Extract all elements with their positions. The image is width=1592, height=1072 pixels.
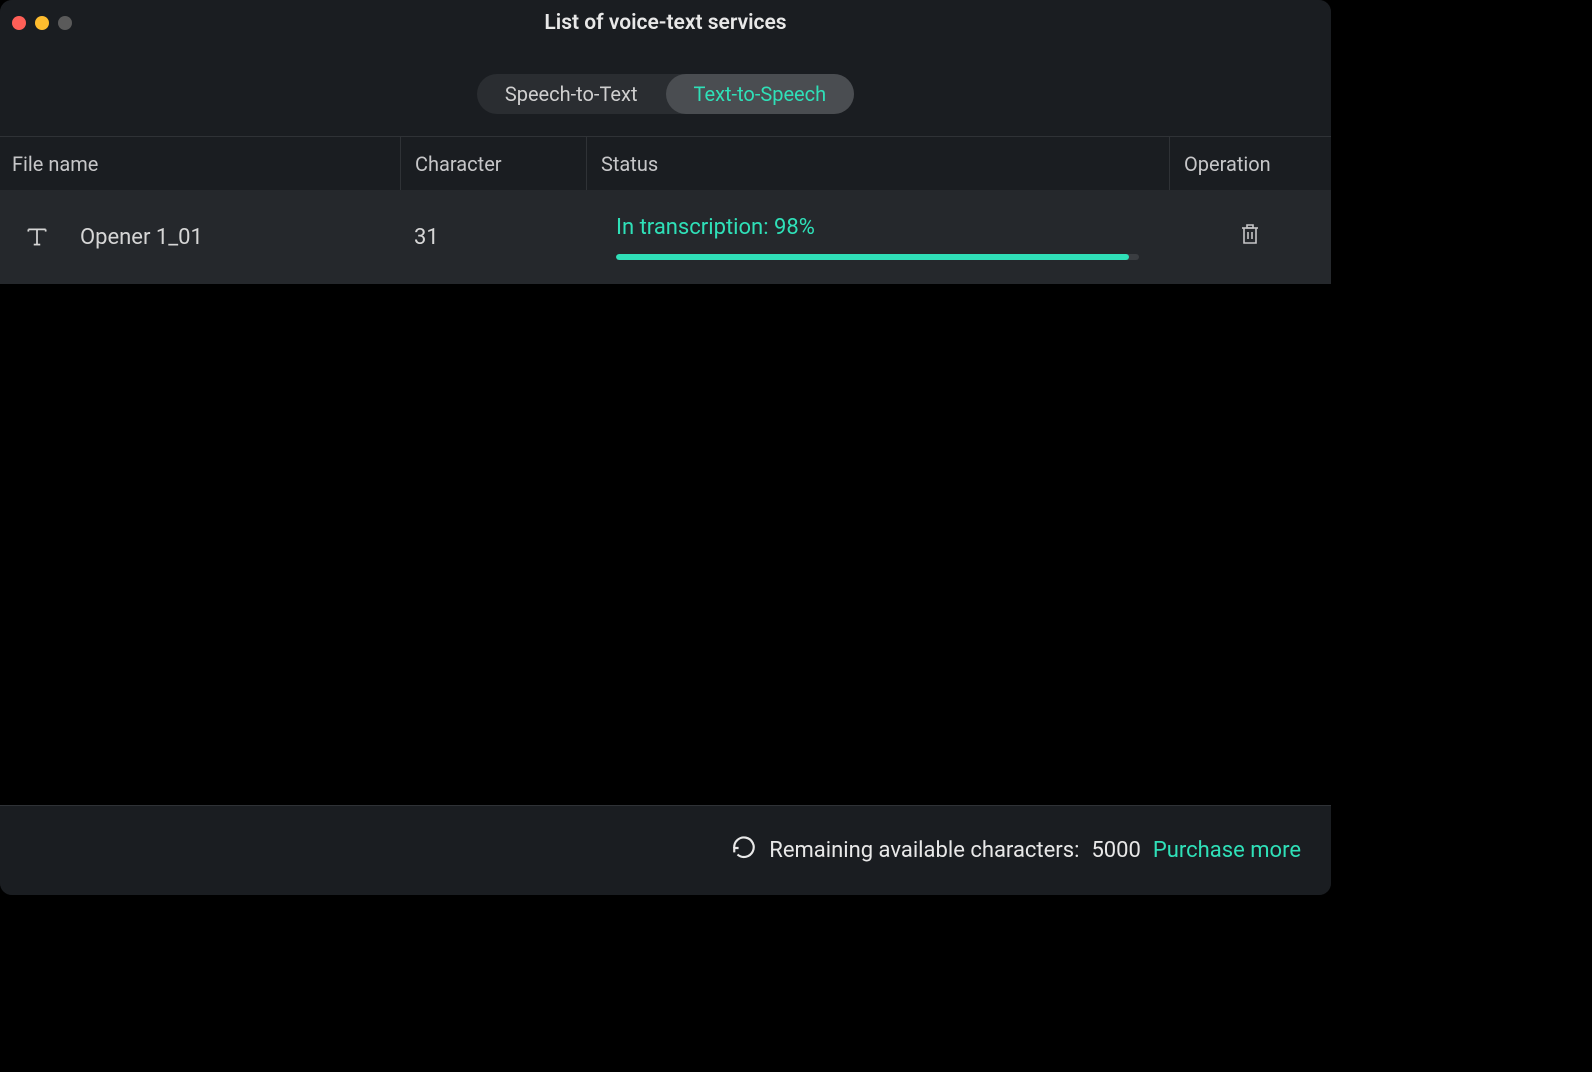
column-header-character: Character xyxy=(400,137,586,190)
file-name-text: Opener 1_01 xyxy=(80,225,203,250)
table-body: Opener 1_01 31 In transcription: 98% xyxy=(0,190,1331,805)
delete-button[interactable] xyxy=(1238,221,1262,253)
progress-fill xyxy=(616,254,1129,260)
column-header-file: File name xyxy=(0,152,400,176)
cell-character: 31 xyxy=(400,225,586,250)
service-tabs: Speech-to-Text Text-to-Speech xyxy=(477,74,854,114)
tabs-container: Speech-to-Text Text-to-Speech xyxy=(0,46,1331,136)
window-title: List of voice-text services xyxy=(0,11,1331,35)
traffic-lights xyxy=(0,16,72,30)
table-row: Opener 1_01 31 In transcription: 98% xyxy=(0,190,1331,284)
trash-icon xyxy=(1238,228,1262,253)
remaining-label: Remaining available characters: xyxy=(769,838,1079,863)
titlebar: List of voice-text services xyxy=(0,0,1331,46)
text-type-icon xyxy=(24,224,50,250)
tab-speech-to-text[interactable]: Speech-to-Text xyxy=(477,74,666,114)
refresh-icon xyxy=(731,835,757,867)
cell-operation xyxy=(1169,221,1331,253)
purchase-more-link[interactable]: Purchase more xyxy=(1153,838,1301,863)
status-text: In transcription: 98% xyxy=(616,215,1139,240)
cell-status: In transcription: 98% xyxy=(586,215,1169,260)
maximize-window-button xyxy=(58,16,72,30)
voice-text-services-window: List of voice-text services Speech-to-Te… xyxy=(0,0,1331,895)
column-header-status: Status xyxy=(586,137,1169,190)
cell-file: Opener 1_01 xyxy=(0,224,400,250)
table-header: File name Character Status Operation xyxy=(0,136,1331,190)
column-header-operation: Operation xyxy=(1169,137,1331,190)
tab-text-to-speech[interactable]: Text-to-Speech xyxy=(666,74,855,114)
progress-bar xyxy=(616,254,1139,260)
close-window-button[interactable] xyxy=(12,16,26,30)
minimize-window-button[interactable] xyxy=(35,16,49,30)
refresh-button[interactable] xyxy=(731,835,757,867)
remaining-count: 5000 xyxy=(1091,838,1140,863)
footer-bar: Remaining available characters: 5000 Pur… xyxy=(0,805,1331,895)
table-area: File name Character Status Operation xyxy=(0,136,1331,805)
